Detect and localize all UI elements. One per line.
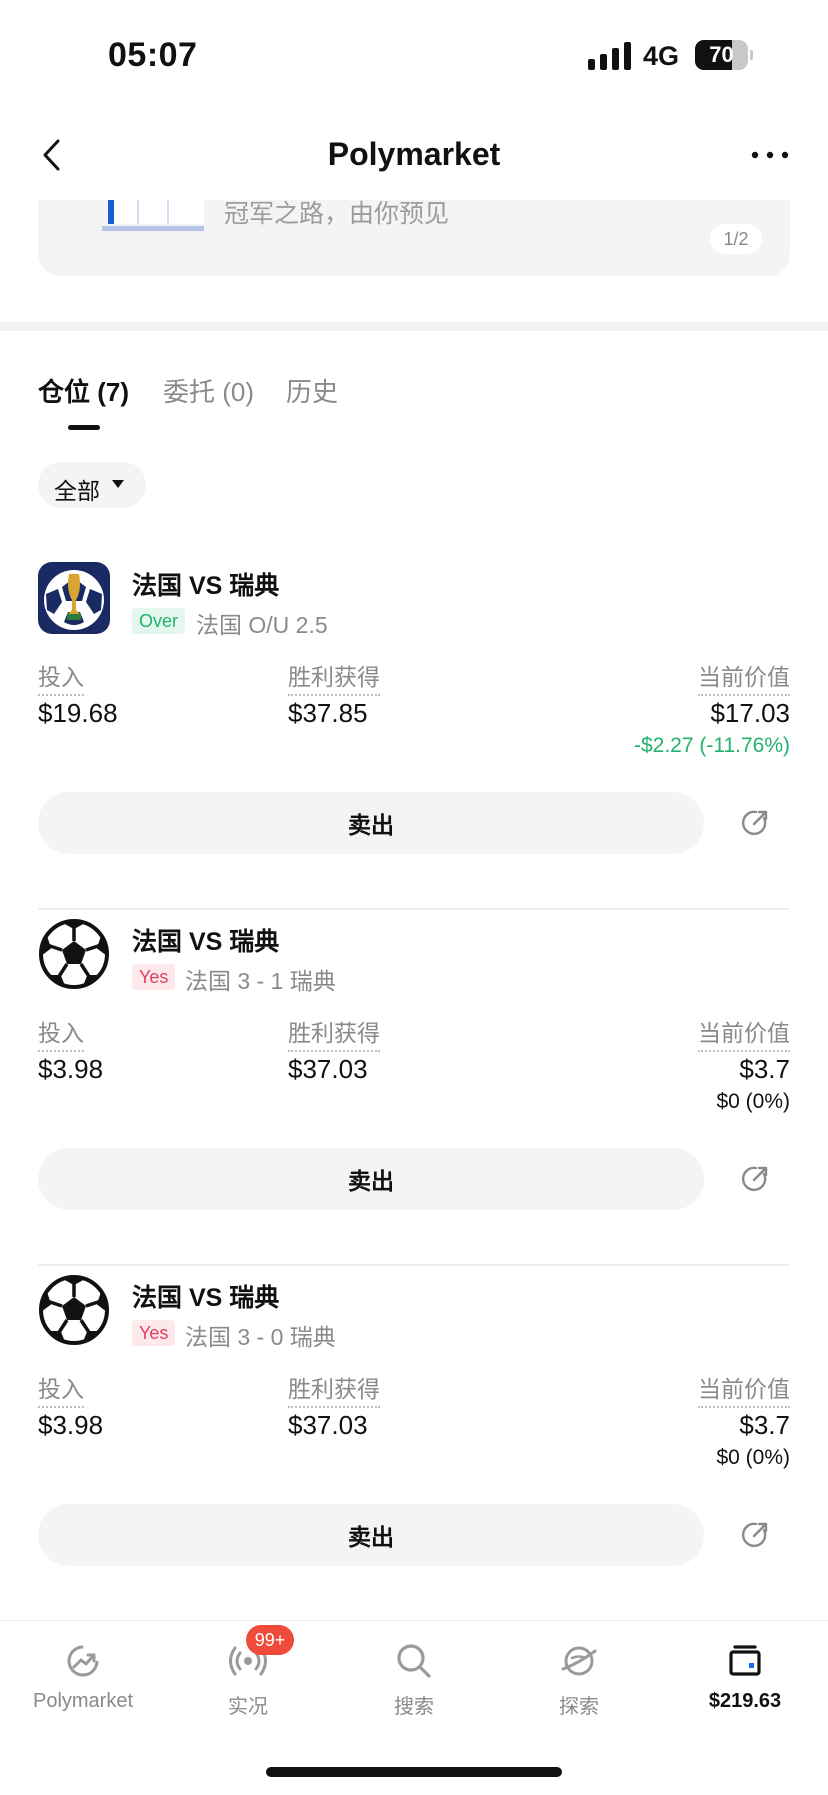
search-icon xyxy=(397,1644,431,1678)
tabbar-item-explore[interactable]: 探索 xyxy=(504,1621,654,1731)
current-value: $3.7 xyxy=(739,1054,790,1084)
tab-history[interactable]: 历史 xyxy=(286,372,338,409)
share-icon[interactable] xyxy=(740,1164,770,1194)
banner-page-indicator: 1/2 xyxy=(710,224,762,254)
nav-header: Polymarket xyxy=(0,110,828,200)
ellipsis-icon[interactable] xyxy=(750,150,790,160)
current-value-label: 当前价值 xyxy=(698,1370,790,1408)
pnl-value: -$2.27 (-11.76%) xyxy=(633,734,790,757)
share-icon[interactable] xyxy=(740,1520,770,1550)
current-value-label: 当前价值 xyxy=(698,658,790,696)
page-title: Polymarket xyxy=(327,136,501,172)
notification-badge: 99+ xyxy=(246,1625,294,1655)
pnl-value: $0 (0%) xyxy=(716,1090,790,1113)
to-win-value: $37.03 xyxy=(288,1054,368,1084)
caret-down-icon xyxy=(112,480,124,488)
sell-button[interactable]: 卖出 xyxy=(38,1504,704,1566)
tabbar-item-search[interactable]: 搜索 xyxy=(339,1621,489,1731)
soccer-ball-icon xyxy=(38,918,110,990)
world-cup-icon xyxy=(38,562,110,634)
cellular-signal-icon xyxy=(588,42,631,70)
invested-label: 投入 xyxy=(38,1014,84,1052)
match-title: 法国 VS 瑞典 xyxy=(132,572,280,600)
filter-dropdown[interactable]: 全部 xyxy=(38,462,146,508)
tabbar-label: 实况 xyxy=(228,1696,268,1718)
invested-value: $19.68 xyxy=(38,698,118,728)
tab-positions[interactable]: 仓位 (7) xyxy=(38,372,129,409)
current-value: $17.03 xyxy=(710,698,790,728)
sell-button[interactable]: 卖出 xyxy=(38,792,704,854)
tabbar-label: 探索 xyxy=(559,1696,599,1718)
home-indicator xyxy=(266,1767,562,1777)
tab-orders[interactable]: 委托 (0) xyxy=(163,372,254,409)
invested-label: 投入 xyxy=(38,658,84,696)
to-win-value: $37.03 xyxy=(288,1410,368,1440)
outcome-badge: Yes xyxy=(132,1320,176,1346)
battery-icon: 70 xyxy=(695,40,753,70)
market-name: 法国 3 - 0 瑞典 xyxy=(185,1324,336,1350)
current-value: $3.7 xyxy=(739,1410,790,1440)
outcome-badge: Yes xyxy=(132,964,176,990)
tabbar-label: $219.63 xyxy=(708,1690,782,1712)
share-icon[interactable] xyxy=(740,808,770,838)
active-tab-indicator xyxy=(68,425,100,430)
battery-percent: 70 xyxy=(709,42,734,67)
wallet-icon xyxy=(729,1645,761,1676)
soccer-ball-icon xyxy=(38,1274,110,1346)
to-win-value: $37.85 xyxy=(288,698,368,728)
card-divider xyxy=(38,1264,790,1266)
invested-value: $3.98 xyxy=(38,1054,104,1084)
current-value-label: 当前价值 xyxy=(698,1014,790,1052)
tabbar-item-polymarket[interactable]: Polymarket xyxy=(8,1621,158,1731)
position-card: 法国 VS 瑞典 Yes 法国 3 - 1 瑞典 投入 胜利获得 当前价值 $3… xyxy=(38,918,790,1270)
network-type: 4G xyxy=(643,41,680,71)
tabbar-item-wallet[interactable]: $219.63 xyxy=(670,1621,820,1731)
tabbar-label: 搜索 xyxy=(394,1696,434,1718)
to-win-label: 胜利获得 xyxy=(288,1370,380,1408)
section-divider xyxy=(0,322,828,331)
status-bar: 05:07 4G 70 xyxy=(0,0,828,110)
market-name: 法国 3 - 1 瑞典 xyxy=(185,968,336,994)
invested-value: $3.98 xyxy=(38,1410,104,1440)
to-win-label: 胜利获得 xyxy=(288,1014,380,1052)
card-divider xyxy=(38,908,790,910)
tabbar-label: Polymarket xyxy=(32,1690,134,1712)
polymarket-logo-icon xyxy=(67,1645,99,1677)
market-name: 法国 O/U 2.5 xyxy=(196,612,328,638)
explore-planet-icon xyxy=(561,1646,597,1676)
match-title: 法国 VS 瑞典 xyxy=(132,1284,280,1312)
position-card: 法国 VS 瑞典 Over 法国 O/U 2.5 投入 胜利获得 当前价值 $1… xyxy=(38,562,790,914)
position-card: 法国 VS 瑞典 Yes 法国 3 - 0 瑞典 投入 胜利获得 当前价值 $3… xyxy=(38,1274,790,1626)
to-win-label: 胜利获得 xyxy=(288,658,380,696)
filter-label: 全部 xyxy=(54,478,100,504)
pnl-value: $0 (0%) xyxy=(716,1446,790,1469)
status-time: 05:07 xyxy=(108,36,198,74)
outcome-badge: Over xyxy=(132,608,186,634)
sell-button[interactable]: 卖出 xyxy=(38,1148,704,1210)
match-title: 法国 VS 瑞典 xyxy=(132,928,280,956)
invested-label: 投入 xyxy=(38,1370,84,1408)
